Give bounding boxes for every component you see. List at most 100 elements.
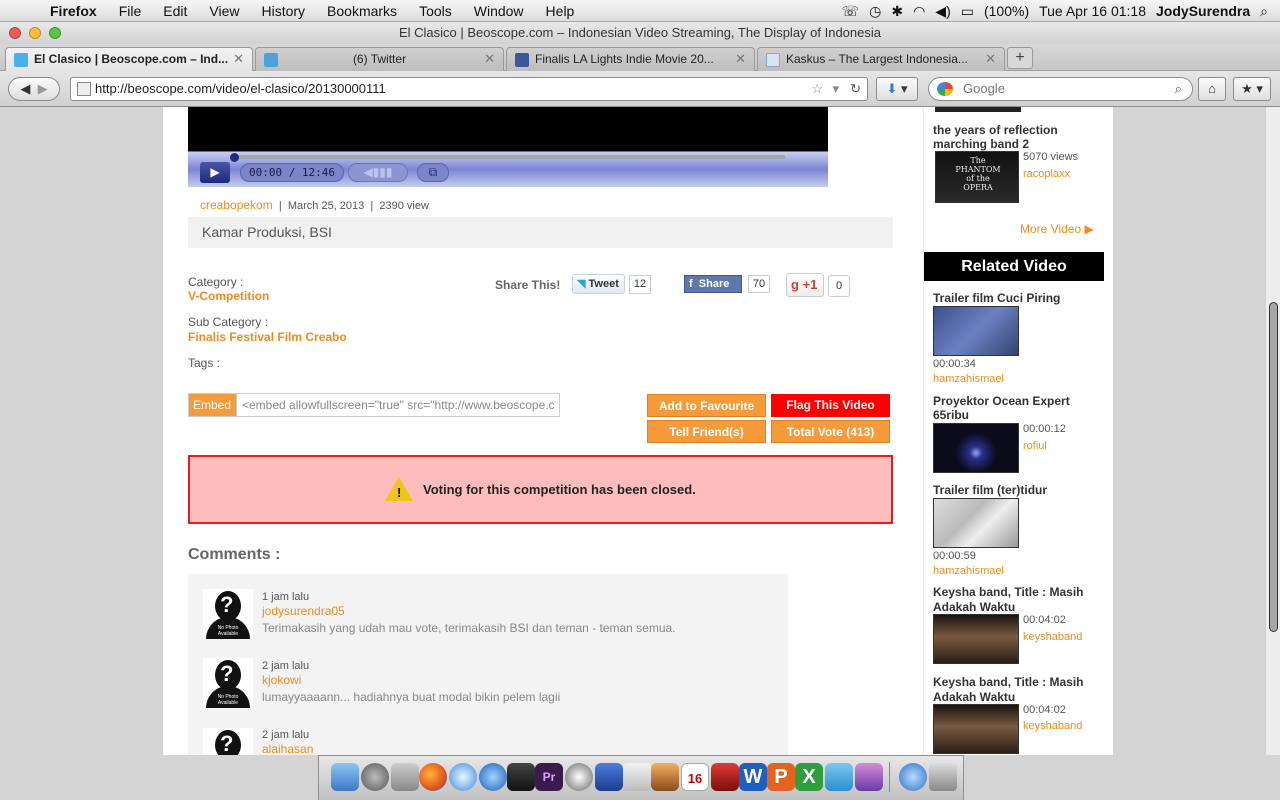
category-link[interactable]: V-Competition xyxy=(188,289,269,303)
new-tab-button[interactable]: + xyxy=(1007,47,1033,69)
facebook-share-button[interactable]: f Share xyxy=(684,275,742,293)
add-to-favourite-button[interactable]: Add to Favourite xyxy=(647,394,766,417)
downloads-button[interactable]: ⬇ ▾ xyxy=(876,77,918,101)
google-logo-icon[interactable] xyxy=(937,82,953,96)
sidebar-video-user[interactable]: racoplaxx xyxy=(1023,168,1070,180)
fullscreen-button[interactable]: ⧉ xyxy=(417,163,449,182)
video-progress-handle[interactable] xyxy=(230,153,239,162)
more-video-link[interactable]: More Video ▶ xyxy=(1020,222,1094,236)
home-button[interactable]: ⌂ xyxy=(1198,77,1226,101)
menu-edit[interactable]: Edit xyxy=(163,3,187,19)
play-button[interactable]: ▶ xyxy=(200,162,230,183)
wifi-icon[interactable]: ◠ xyxy=(913,3,925,20)
site-identity-icon[interactable] xyxy=(77,82,91,96)
twitter-app-icon[interactable] xyxy=(825,763,853,791)
tell-friends-button[interactable]: Tell Friend(s) xyxy=(647,420,766,443)
launchpad-icon[interactable] xyxy=(361,763,389,791)
menu-file[interactable]: File xyxy=(119,3,142,19)
powerpoint-icon[interactable]: P xyxy=(767,763,795,791)
clock[interactable]: Tue Apr 16 01:18 xyxy=(1039,3,1146,19)
tweet-button[interactable]: ◥ Tweet xyxy=(572,274,625,294)
video-thumbnail[interactable]: The PHANTOM of the OPERA xyxy=(935,151,1019,203)
battery-icon[interactable]: ▭ xyxy=(961,3,974,20)
minimize-window-button[interactable] xyxy=(29,27,41,39)
related-video-user[interactable]: keyshaband xyxy=(1023,720,1082,732)
related-video-title[interactable]: Trailer film (ter)tidur xyxy=(933,483,1047,497)
related-video-user[interactable]: rofiul xyxy=(1023,440,1047,452)
video-thumbnail[interactable] xyxy=(933,423,1019,473)
time-machine-icon[interactable]: ◷ xyxy=(869,3,881,20)
video-thumbnail[interactable] xyxy=(933,614,1019,664)
photo-booth-icon[interactable] xyxy=(711,763,739,791)
sidebar-video-title[interactable]: the years of reflection marching band 2 xyxy=(933,123,1083,151)
imovie-icon[interactable] xyxy=(595,763,623,791)
related-video-title[interactable]: Keysha band, Title : Masih Adakah Waktu xyxy=(933,585,1093,615)
dvd-player-icon[interactable] xyxy=(623,763,651,791)
search-icon[interactable]: ⌕ xyxy=(1175,78,1182,100)
zoom-window-button[interactable] xyxy=(49,27,61,39)
video-thumbnail[interactable] xyxy=(933,704,1019,754)
url-bar[interactable]: http://beoscope.com/video/el-clasico/201… xyxy=(70,77,868,101)
related-video-title[interactable]: Proyektor Ocean Expert 65ribu xyxy=(933,394,1093,422)
scrollbar-thumb[interactable] xyxy=(1269,302,1278,632)
film-reel-icon[interactable] xyxy=(565,763,593,791)
tab-facebook[interactable]: Finalis LA Lights Indie Movie 20... ✕ xyxy=(506,47,755,71)
firefox-icon[interactable] xyxy=(419,763,447,791)
comment-user-link[interactable]: kjokowi xyxy=(262,673,301,687)
premiere-icon[interactable]: Pr xyxy=(535,763,563,791)
phone-icon[interactable]: ☏ xyxy=(842,3,860,20)
related-video-title[interactable]: Keysha band, Title : Masih Adakah Waktu xyxy=(933,675,1093,705)
comment-user-link[interactable]: alaihasan xyxy=(262,742,313,755)
tab-kaskus[interactable]: Kaskus – The Largest Indonesia... ✕ xyxy=(757,47,1005,71)
calendar-icon[interactable]: 16 xyxy=(681,763,709,791)
mission-control-icon[interactable] xyxy=(391,763,419,791)
close-window-button[interactable] xyxy=(9,27,21,39)
related-video-user[interactable]: keyshaband xyxy=(1023,631,1082,643)
apple-menu-icon[interactable] xyxy=(20,3,36,19)
menu-history[interactable]: History xyxy=(261,3,305,19)
comment-user-link[interactable]: jodysurendra05 xyxy=(262,604,345,618)
user-name[interactable]: JodySurendra xyxy=(1156,3,1250,19)
embed-code-input[interactable]: <embed allowfullscreen="true" src="http:… xyxy=(236,393,560,417)
related-video-user[interactable]: hamzahismael xyxy=(933,373,1004,385)
menu-tools[interactable]: Tools xyxy=(419,3,452,19)
back-icon[interactable]: ◀ xyxy=(20,81,30,96)
close-tab-icon[interactable]: ✕ xyxy=(985,48,996,70)
trash-icon[interactable] xyxy=(929,763,957,791)
reload-icon[interactable]: ↻ xyxy=(850,78,861,100)
camera-app-icon[interactable] xyxy=(507,763,535,791)
video-thumbnail-partial[interactable] xyxy=(935,107,1021,112)
subcategory-link[interactable]: Finalis Festival Film Creabo xyxy=(188,330,347,344)
forward-icon[interactable]: ▶ xyxy=(38,81,48,96)
url-dropdown-icon[interactable]: ▾ xyxy=(832,78,839,100)
related-video-title[interactable]: Trailer film Cuci Piring xyxy=(933,291,1060,305)
spotlight-icon[interactable]: ⌕ xyxy=(1260,3,1268,20)
menu-view[interactable]: View xyxy=(209,3,239,19)
video-screen[interactable] xyxy=(188,107,828,151)
garageband-icon[interactable] xyxy=(651,763,679,791)
preview-icon[interactable] xyxy=(855,763,883,791)
bluetooth-icon[interactable]: ✱ xyxy=(891,3,903,20)
excel-icon[interactable]: X xyxy=(795,763,823,791)
menu-help[interactable]: Help xyxy=(546,3,575,19)
google-plus-one-button[interactable]: g +1 xyxy=(786,273,824,297)
word-icon[interactable]: W xyxy=(739,763,767,791)
video-thumbnail[interactable] xyxy=(933,306,1019,356)
video-thumbnail[interactable] xyxy=(933,498,1019,548)
close-tab-icon[interactable]: ✕ xyxy=(233,48,244,70)
menu-window[interactable]: Window xyxy=(474,3,524,19)
close-tab-icon[interactable]: ✕ xyxy=(735,48,746,70)
page-scrollbar[interactable] xyxy=(1265,107,1280,755)
downloads-stack-icon[interactable] xyxy=(899,763,927,791)
tab-twitter[interactable]: (6) Twitter ✕ xyxy=(255,47,504,71)
bookmarks-menu-button[interactable]: ★ ▾ xyxy=(1233,77,1271,101)
menu-app-name[interactable]: Firefox xyxy=(50,3,97,19)
tab-el-clasico[interactable]: El Clasico | Beoscope.com – Ind... ✕ xyxy=(5,47,253,72)
volume-icon[interactable]: ◀) xyxy=(935,3,950,20)
video-author-link[interactable]: creabopekom xyxy=(200,198,273,212)
finder-icon[interactable] xyxy=(331,763,359,791)
video-progress-track[interactable] xyxy=(233,155,785,159)
flag-video-button[interactable]: Flag This Video xyxy=(771,394,890,417)
menu-bookmarks[interactable]: Bookmarks xyxy=(327,3,397,19)
volume-slider[interactable]: ◀▮▮▮ xyxy=(348,163,408,182)
